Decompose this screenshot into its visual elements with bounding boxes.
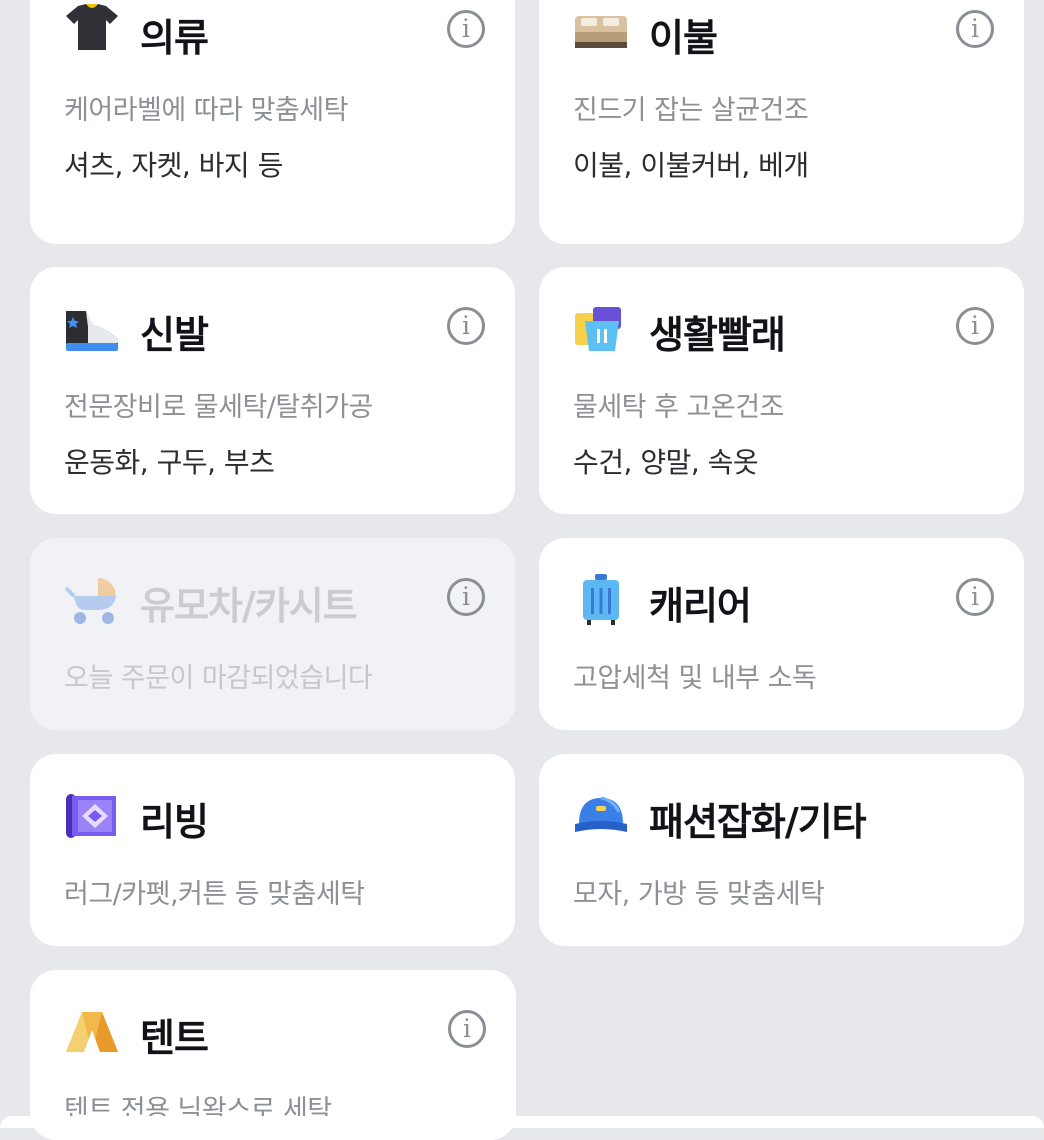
laundry-basket-icon bbox=[573, 303, 629, 355]
category-desc: 모자, 가방 등 맞춤세탁 bbox=[573, 879, 825, 910]
category-card-daily-laundry[interactable]: 생활빨래 i 물세탁 후 고온건조 수건, 양말, 속옷 bbox=[539, 267, 1024, 514]
category-title: 패션잡화/기타 bbox=[649, 800, 867, 844]
info-icon[interactable]: i bbox=[448, 1010, 486, 1048]
info-icon[interactable]: i bbox=[447, 10, 485, 48]
category-items: 수건, 양말, 속옷 bbox=[573, 446, 759, 479]
category-desc: 물세탁 후 고온건조 bbox=[573, 392, 784, 423]
rug-icon bbox=[64, 790, 120, 842]
category-desc: 고압세척 및 내부 소독 bbox=[573, 663, 817, 694]
bottom-sheet-edge bbox=[0, 1116, 1044, 1128]
bed-icon bbox=[573, 2, 629, 54]
category-card-stroller[interactable]: 유모차/카시트 i 오늘 주문이 마감되었습니다 bbox=[30, 538, 515, 730]
category-card-carrier[interactable]: 캐리어 i 고압세척 및 내부 소독 bbox=[539, 538, 1024, 730]
info-icon[interactable]: i bbox=[956, 10, 994, 48]
category-card-tent[interactable]: 텐트 i 텐트 전용 닉왁스로 세탁 bbox=[30, 970, 516, 1140]
sneaker-icon bbox=[64, 303, 120, 355]
info-icon[interactable]: i bbox=[956, 307, 994, 345]
tshirt-icon bbox=[64, 2, 120, 54]
category-title: 유모차/카시트 bbox=[140, 584, 358, 628]
info-icon[interactable]: i bbox=[447, 578, 485, 616]
category-card-bedding[interactable]: 이불 i 진드기 잡는 살균건조 이불, 이불커버, 베개 bbox=[539, 0, 1024, 244]
category-desc: 케어라벨에 따라 맞춤세탁 bbox=[64, 95, 348, 126]
category-title: 텐트 bbox=[140, 1016, 209, 1060]
category-items: 셔츠, 자켓, 바지 등 bbox=[64, 149, 283, 182]
category-desc: 전문장비로 물세탁/탈취가공 bbox=[64, 392, 373, 423]
category-card-clothes[interactable]: 의류 i 케어라벨에 따라 맞춤세탁 셔츠, 자켓, 바지 등 bbox=[30, 0, 515, 244]
cap-icon bbox=[573, 790, 629, 842]
stroller-icon bbox=[64, 574, 120, 626]
category-desc: 진드기 잡는 살균건조 bbox=[573, 95, 809, 126]
category-title: 생활빨래 bbox=[649, 313, 786, 357]
category-title: 의류 bbox=[140, 16, 209, 60]
tent-icon bbox=[64, 1006, 120, 1058]
info-icon[interactable]: i bbox=[447, 307, 485, 345]
category-desc: 오늘 주문이 마감되었습니다 bbox=[64, 663, 373, 694]
info-icon[interactable]: i bbox=[956, 578, 994, 616]
category-card-living[interactable]: 리빙 러그/카펫,커튼 등 맞춤세탁 bbox=[30, 754, 515, 946]
category-title: 신발 bbox=[140, 313, 209, 357]
category-title: 캐리어 bbox=[649, 584, 752, 628]
category-title: 이불 bbox=[649, 16, 718, 60]
category-items: 운동화, 구두, 부츠 bbox=[64, 446, 275, 479]
category-card-fashion[interactable]: 패션잡화/기타 모자, 가방 등 맞춤세탁 bbox=[539, 754, 1024, 946]
category-title: 리빙 bbox=[140, 800, 209, 844]
category-desc: 러그/카펫,커튼 등 맞춤세탁 bbox=[64, 879, 365, 910]
suitcase-icon bbox=[573, 574, 629, 626]
category-card-shoes[interactable]: 신발 i 전문장비로 물세탁/탈취가공 운동화, 구두, 부츠 bbox=[30, 267, 515, 514]
category-items: 이불, 이불커버, 베개 bbox=[573, 149, 809, 182]
